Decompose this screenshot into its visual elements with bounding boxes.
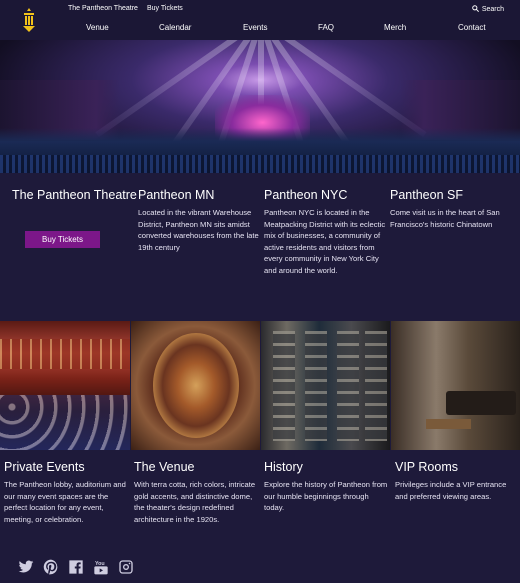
feature-description: With terra cotta, rich colors, intricate… [134,480,256,524]
feature-description: The Pantheon lobby, auditorium and our m… [4,480,126,524]
image-panel [337,331,359,441]
venue-description: Located in the vibrant Warehouse Distric… [138,208,259,252]
instagram-icon[interactable] [118,559,134,575]
nav-calendar[interactable]: Calendar [159,23,191,32]
facebook-icon[interactable] [68,559,84,575]
feature-description: Privileges include a VIP entrance and pr… [395,480,507,501]
hero-crowd-heads [0,155,520,173]
image-panel [365,331,387,441]
svg-text:You: You [95,561,105,567]
feature-history: History Explore the history of Pantheon … [264,459,389,514]
feature-title[interactable]: Private Events [4,459,129,475]
utility-link-buy-tickets[interactable]: Buy Tickets [147,5,183,12]
venue-image[interactable] [131,321,260,450]
site-header: The Pantheon Theatre Buy Tickets Search … [0,0,520,40]
venue-column-theatre: The Pantheon Theatre [12,187,137,207]
image-balcony [0,339,130,369]
image-panel [305,331,327,441]
nav-venue[interactable]: Venue [86,23,109,32]
venue-column-sf: Pantheon SF Come visit us in the heart o… [390,187,515,230]
nav-merch[interactable]: Merch [384,23,406,32]
social-links: You [18,558,134,576]
image-couch [446,391,516,415]
venue-column-nyc: Pantheon NYC Pantheon NYC is located in … [264,187,389,277]
image-tables [0,395,130,450]
venue-title[interactable]: Pantheon SF [390,187,515,203]
vip-rooms-image[interactable] [391,321,520,450]
image-panel [273,331,295,441]
buy-tickets-button[interactable]: Buy Tickets [25,231,100,248]
feature-title[interactable]: The Venue [134,459,259,475]
history-image[interactable] [261,321,390,450]
nav-events[interactable]: Events [243,23,267,32]
feature-description: Explore the history of Pantheon from our… [264,480,388,513]
utility-link-theatre[interactable]: The Pantheon Theatre [68,5,138,12]
feature-vip-rooms: VIP Rooms Privileges include a VIP entra… [395,459,520,502]
youtube-icon[interactable]: You [93,559,109,575]
search-label: Search [481,6,504,13]
venue-title[interactable]: Pantheon MN [138,187,263,203]
image-dome [153,333,239,438]
twitter-icon[interactable] [18,559,34,575]
feature-title[interactable]: VIP Rooms [395,459,520,475]
main-nav: Venue Calendar Events FAQ Merch Contact [0,23,520,35]
private-events-image[interactable] [0,321,130,450]
image-table [426,419,471,429]
feature-private-events: Private Events The Pantheon lobby, audit… [4,459,129,525]
feature-the-venue: The Venue With terra cotta, rich colors,… [134,459,259,525]
nav-faq[interactable]: FAQ [318,23,334,32]
venue-description: Pantheon NYC is located in the Meatpacki… [264,208,386,275]
pinterest-icon[interactable] [43,559,59,575]
venue-column-mn: Pantheon MN Located in the vibrant Wareh… [138,187,263,253]
search-icon [472,5,479,14]
venue-description: Come visit us in the heart of San Franci… [390,208,500,229]
feature-title[interactable]: History [264,459,389,475]
search-link[interactable]: Search [472,5,504,14]
nav-contact[interactable]: Contact [458,23,486,32]
venue-title: The Pantheon Theatre [12,188,137,202]
venue-title[interactable]: Pantheon NYC [264,187,389,203]
hero-image [0,40,520,173]
